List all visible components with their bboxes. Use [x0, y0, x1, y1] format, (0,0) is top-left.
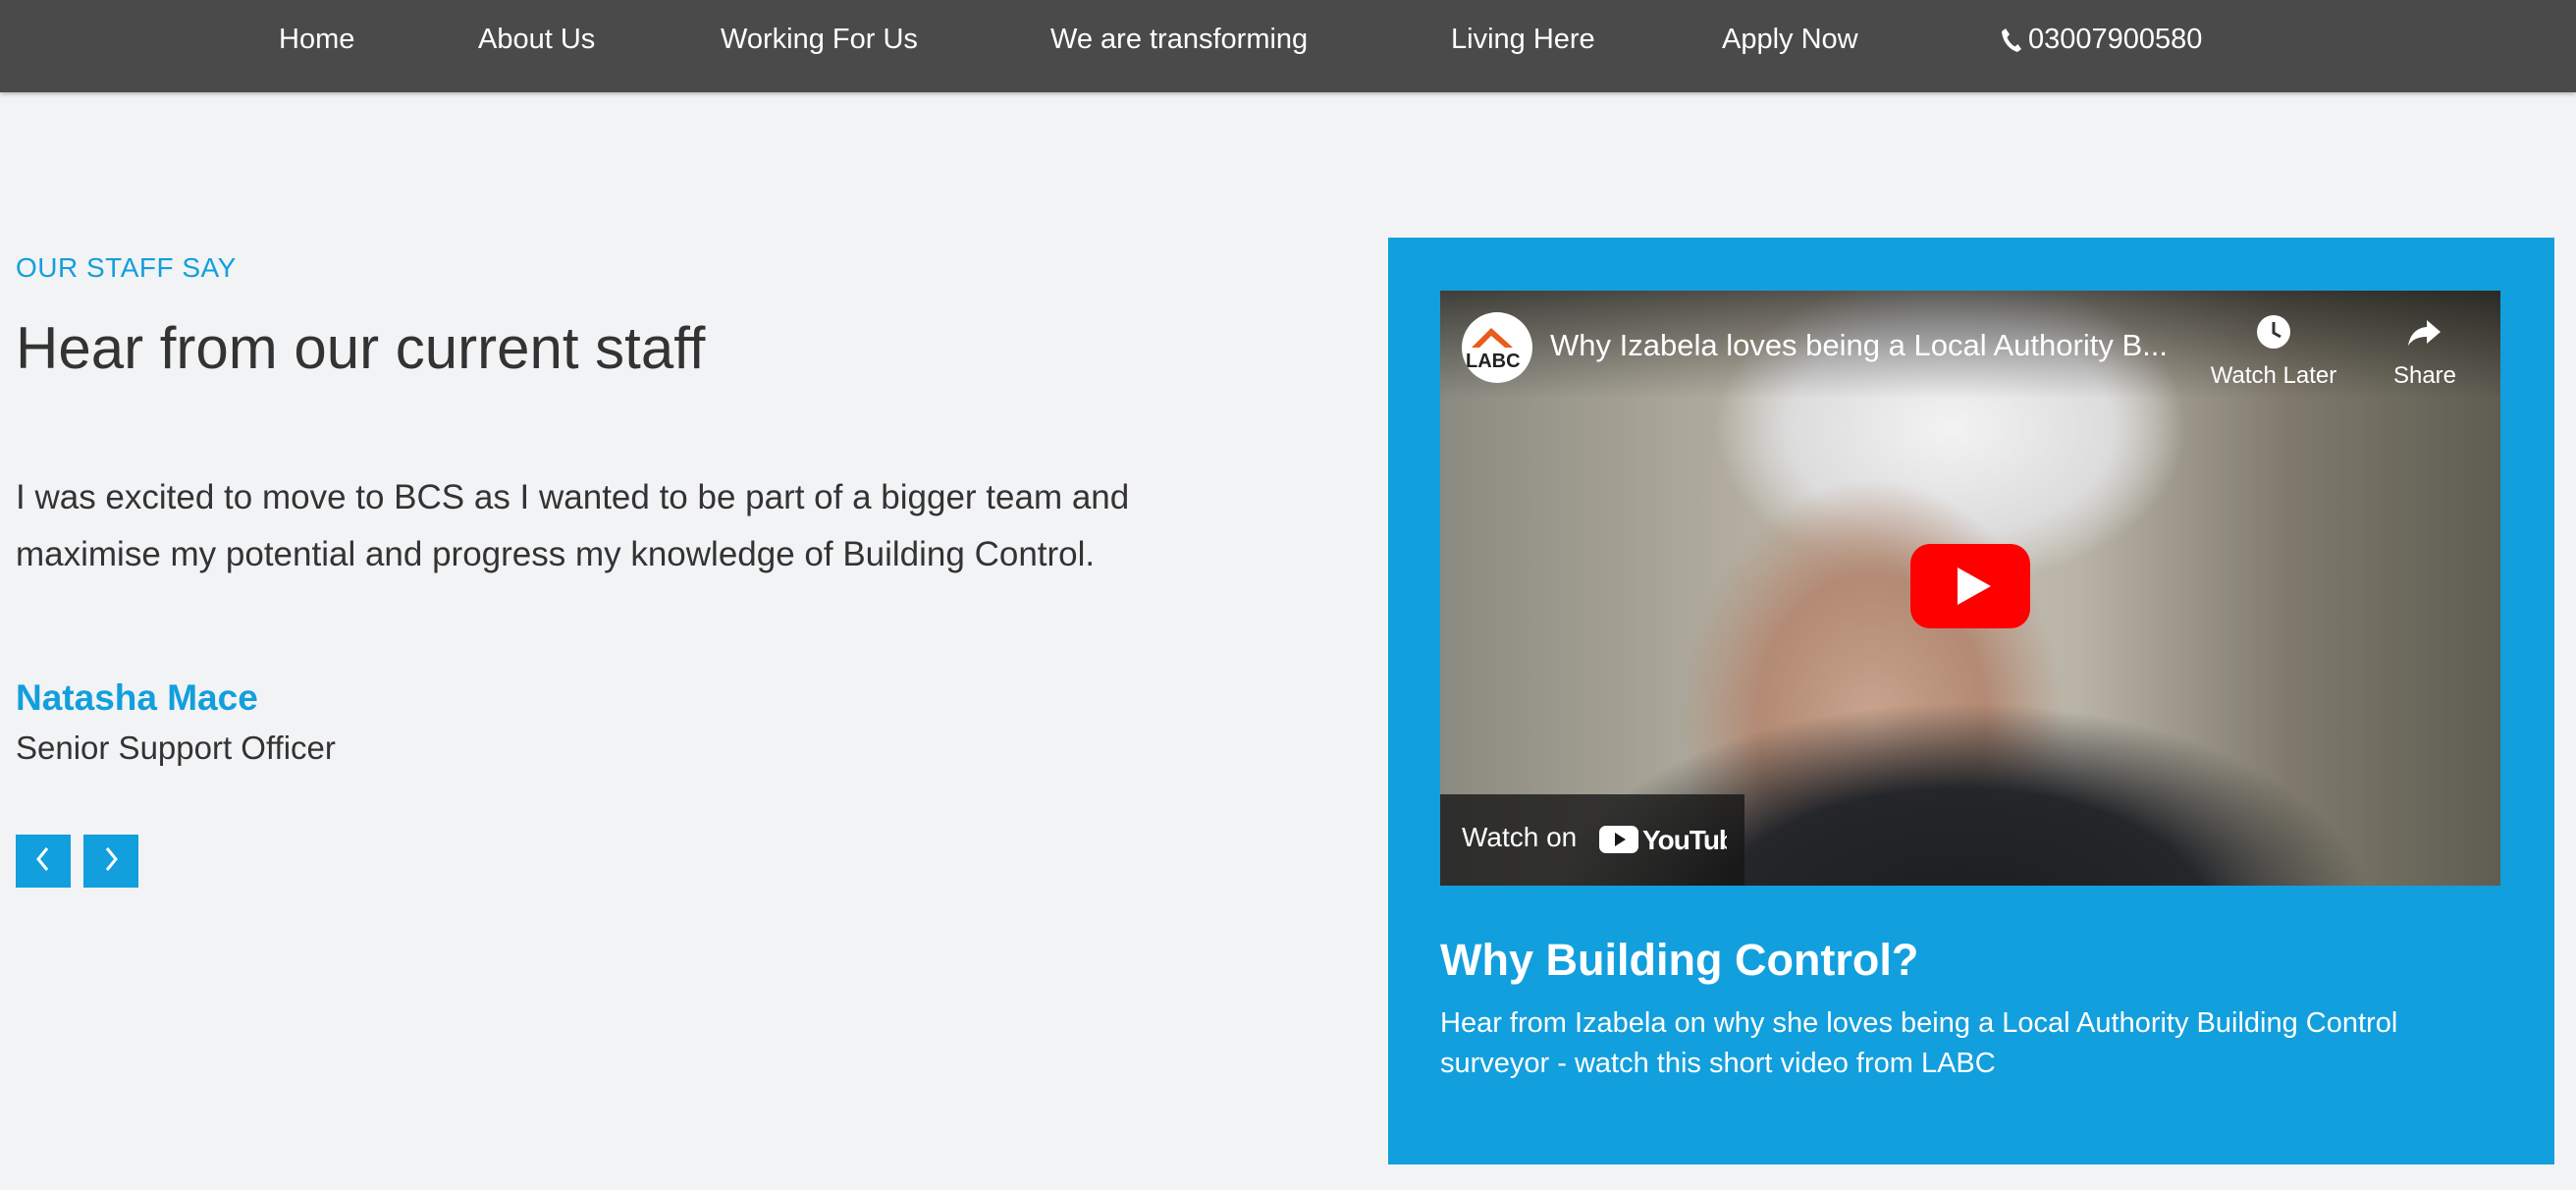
section-eyebrow: OUR STAFF SAY	[16, 252, 237, 283]
nav-we-are-transforming[interactable]: We are transforming	[1050, 20, 1308, 59]
clock-icon	[2257, 315, 2290, 349]
share-icon	[2408, 320, 2441, 346]
testimonial-quote: I was excited to move to BCS as I wanted…	[16, 478, 1130, 573]
phone-icon	[2001, 25, 2022, 53]
watch-on-label: Watch on	[1462, 822, 1578, 852]
nav-home[interactable]: Home	[279, 20, 354, 59]
phone-number: 03007900580	[2028, 24, 2203, 55]
play-icon	[1910, 544, 2030, 628]
card-description: Hear from Izabela on why she loves being…	[1440, 1007, 2398, 1079]
share-label: Share	[2392, 362, 2457, 389]
chevron-left-icon	[36, 847, 49, 871]
play-button[interactable]	[1910, 544, 2030, 628]
video-card: LABC Why Izabela loves being a Local Aut…	[1388, 238, 2554, 1164]
testimonial-name: Natasha Mace	[16, 677, 258, 718]
card-title: Why Building Control?	[1440, 935, 1919, 985]
youtube-icon: YouTube	[1599, 822, 1750, 862]
nav-phone-link[interactable]: 03007900580	[2001, 20, 2202, 59]
previous-testimonial-button[interactable]	[16, 835, 71, 888]
svg-text:LABC: LABC	[1466, 351, 1521, 372]
nav-apply-now[interactable]: Apply Now	[1722, 20, 1858, 59]
nav-about-us[interactable]: About Us	[478, 20, 595, 59]
watch-on-youtube-button[interactable]: Watch on YouTube	[1440, 794, 1750, 886]
top-navigation: Home About Us Working For Us We are tran…	[0, 0, 2576, 92]
watch-later-button[interactable]: Watch Later	[2200, 312, 2347, 390]
testimonial-role: Senior Support Officer	[16, 730, 336, 766]
nav-working-for-us[interactable]: Working For Us	[721, 20, 918, 59]
section-heading: Hear from our current staff	[16, 315, 706, 381]
share-button[interactable]: Share	[2381, 312, 2469, 390]
chevron-right-icon	[105, 847, 118, 871]
svg-text:YouTube: YouTube	[1642, 825, 1727, 855]
next-testimonial-button[interactable]	[83, 835, 138, 888]
nav-living-here[interactable]: Living Here	[1451, 20, 1595, 59]
watch-later-label: Watch Later	[2210, 362, 2337, 389]
video-title[interactable]: Why Izabela loves being a Local Authorit…	[1550, 328, 2198, 363]
channel-logo[interactable]: LABC	[1462, 312, 1532, 383]
youtube-video-embed[interactable]: LABC Why Izabela loves being a Local Aut…	[1440, 291, 2500, 886]
